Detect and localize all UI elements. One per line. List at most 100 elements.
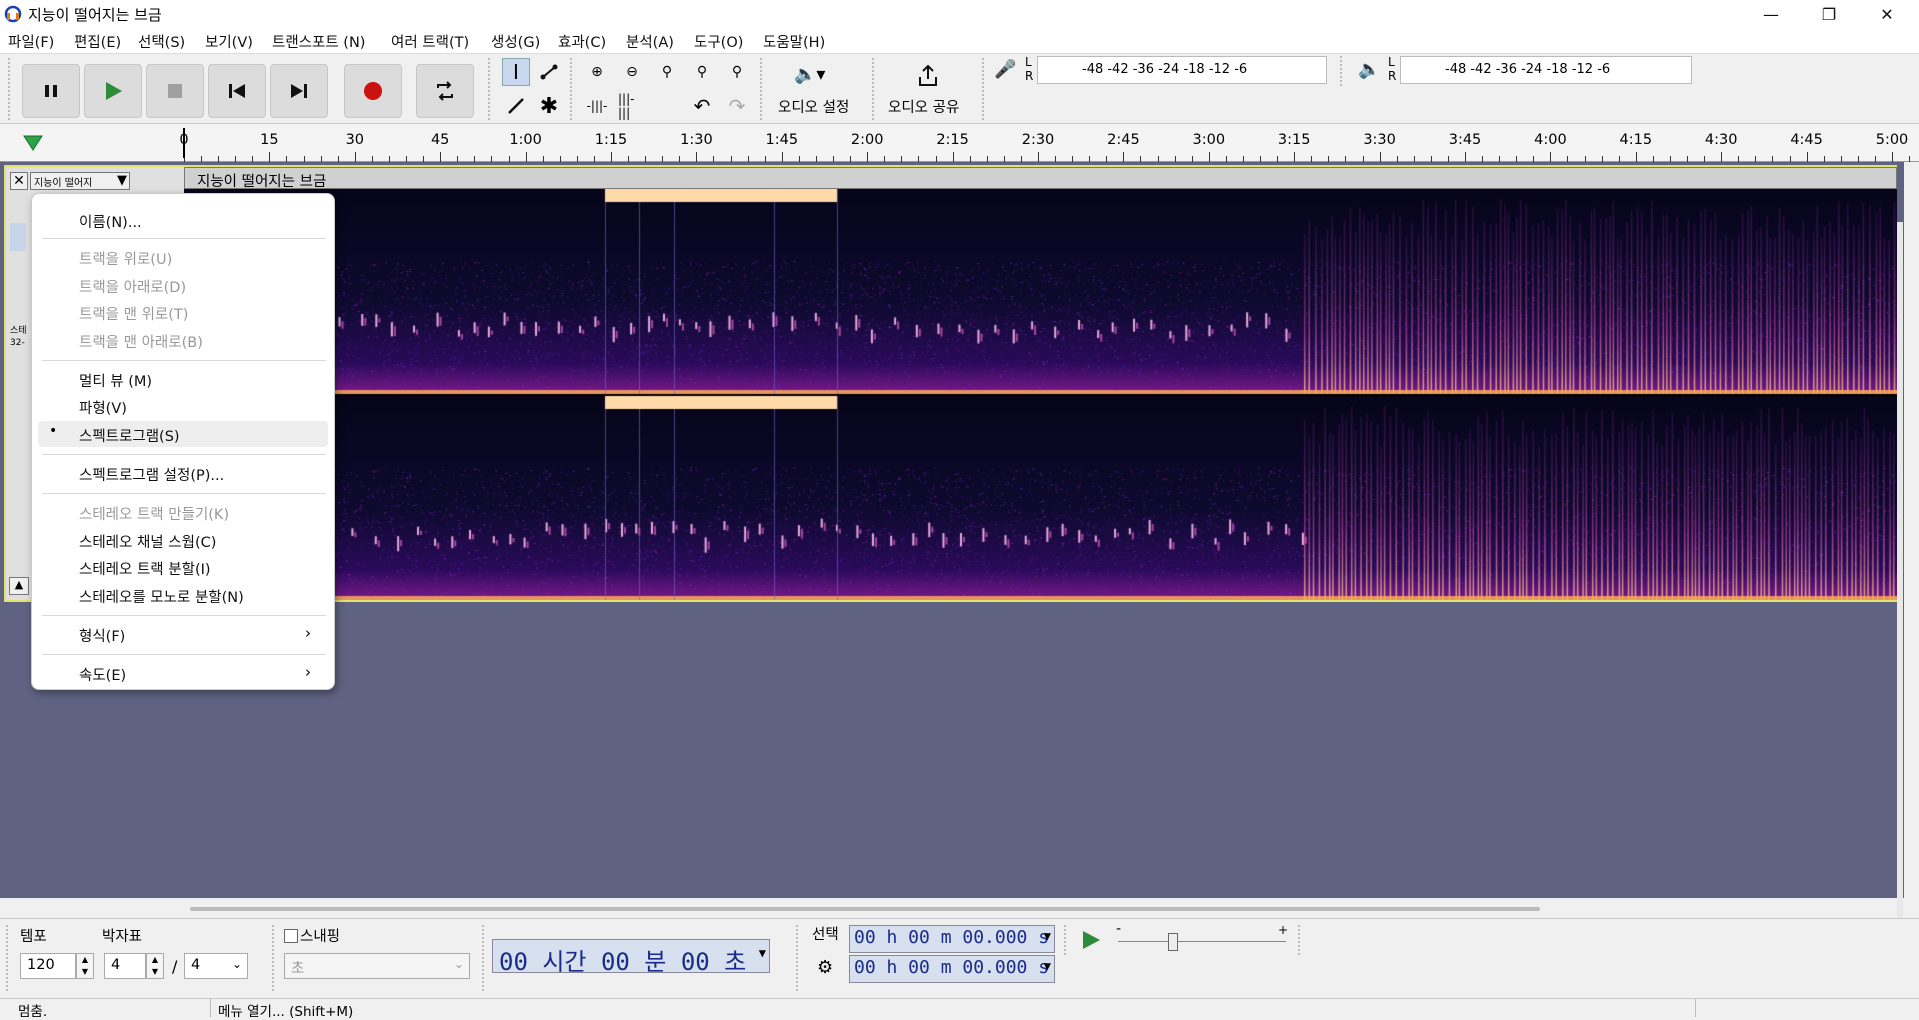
play-at-speed-icon[interactable] bbox=[1080, 929, 1102, 951]
playback-speed-slider[interactable]: - + bbox=[1114, 921, 1290, 957]
stop-button[interactable] bbox=[146, 64, 204, 118]
snap-checkbox[interactable] bbox=[284, 929, 298, 943]
tempo-input[interactable]: 120 bbox=[20, 953, 76, 979]
menu-effect[interactable]: 효과(C) bbox=[558, 31, 606, 52]
playback-meter[interactable]: -48 -42 -36 -24 -18 -12 -6 bbox=[1400, 56, 1692, 84]
menu-view[interactable]: 보기(V) bbox=[205, 31, 253, 52]
menu-item-rate[interactable]: 속도(E) bbox=[79, 664, 126, 685]
timeline-ruler[interactable]: 01530451:001:151:301:452:002:152:302:453… bbox=[0, 124, 1919, 162]
fit-selection-button[interactable]: ⚲ bbox=[653, 58, 681, 86]
redo-button[interactable]: ↷ bbox=[723, 92, 751, 120]
menu-item-name[interactable]: 이름(N)... bbox=[79, 211, 142, 232]
menu-generate[interactable]: 생성(G) bbox=[491, 31, 540, 52]
vertical-scrollbar[interactable] bbox=[1897, 222, 1903, 942]
menu-help[interactable]: 도움말(H) bbox=[763, 31, 825, 52]
slider-thumb[interactable] bbox=[1168, 933, 1178, 951]
play-meter-scale: -48 -42 -36 -24 -18 -12 -6 bbox=[1445, 62, 1611, 77]
menu-item-split-mono[interactable]: 스테레오를 모노로 분할(N) bbox=[79, 586, 244, 607]
time-signature-spinner[interactable]: ▲ ▼ bbox=[146, 953, 164, 979]
track-menu-button[interactable]: 지능이 떨어지 ▼ bbox=[30, 172, 130, 190]
tempo-label: 템포 bbox=[20, 929, 47, 945]
selection-start-display[interactable]: 00 h 00 m 00.000 s ▼ bbox=[849, 925, 1055, 953]
toolbar-grip[interactable] bbox=[1064, 925, 1066, 955]
record-icon bbox=[364, 82, 382, 100]
loop-button[interactable] bbox=[416, 64, 474, 118]
play-button[interactable] bbox=[84, 64, 142, 118]
selection-tool[interactable]: I bbox=[502, 58, 530, 86]
toolbar-grip[interactable] bbox=[6, 925, 8, 991]
speaker-meter-icon[interactable]: 🔈 bbox=[1358, 59, 1380, 80]
collapse-track-button[interactable]: ▲ bbox=[9, 577, 29, 595]
microphone-icon[interactable]: 🎤 bbox=[994, 59, 1016, 80]
toolbar-grip[interactable] bbox=[1298, 925, 1300, 955]
multi-tool[interactable]: ✱ bbox=[535, 92, 563, 120]
menu-edit[interactable]: 편집(E) bbox=[74, 31, 121, 52]
fit-project-button[interactable]: ⚲ bbox=[688, 58, 716, 86]
toolbar-separator bbox=[982, 58, 984, 120]
ruler-label: 4:30 bbox=[1704, 132, 1738, 148]
track-name: 지능이 떨어지 bbox=[34, 178, 93, 189]
pause-button[interactable] bbox=[22, 64, 80, 118]
restore-button[interactable]: ❐ bbox=[1799, 0, 1859, 28]
tempo-spinner[interactable]: ▲ ▼ bbox=[76, 953, 94, 979]
record-button[interactable] bbox=[344, 64, 402, 118]
skip-end-button[interactable] bbox=[270, 64, 328, 118]
menu-item-spectrogram-settings[interactable]: 스펙트로그램 설정(P)... bbox=[79, 464, 224, 485]
menu-item-split-stereo[interactable]: 스테레오 트랙 분할(I) bbox=[79, 558, 211, 579]
ruler-label: 1:30 bbox=[680, 132, 713, 148]
time-signature-lower-select[interactable]: 4 ⌄ bbox=[184, 953, 248, 979]
gear-icon[interactable]: ⚙ bbox=[817, 957, 833, 978]
horizontal-scrollbar[interactable] bbox=[190, 907, 1540, 911]
speaker-icon: 🔈▾ bbox=[794, 64, 826, 85]
close-button[interactable]: ✕ bbox=[1857, 0, 1917, 28]
menu-item-move-down: 트랙을 아래로(D) bbox=[79, 280, 187, 296]
toolbar-grip[interactable] bbox=[796, 925, 798, 991]
menu-tools[interactable]: 도구(O) bbox=[694, 31, 743, 52]
undo-button[interactable]: ↶ bbox=[688, 92, 716, 120]
chevron-down-icon: ⌄ bbox=[453, 957, 464, 971]
menu-item-format[interactable]: 형식(F) bbox=[79, 625, 125, 646]
ruler-label: 1:15 bbox=[594, 132, 628, 148]
chevron-down-icon: ⌄ bbox=[231, 957, 242, 971]
toolbar-grip[interactable] bbox=[8, 58, 10, 120]
menu-file[interactable]: 파일(F) bbox=[8, 31, 54, 52]
time-display[interactable]: 00 시간 00 분 00 초 ▼ bbox=[492, 939, 770, 976]
toolbar-grip[interactable] bbox=[482, 925, 484, 991]
redo-icon: ↷ bbox=[728, 94, 746, 118]
menu-item-spectrogram[interactable]: 스펙트로그램(S) bbox=[79, 425, 180, 446]
menu-analyze[interactable]: 분석(A) bbox=[626, 31, 674, 52]
selection-end-display[interactable]: 00 h 00 m 00.000 s ▼ bbox=[849, 955, 1055, 983]
snap-unit-select[interactable]: 초 ⌄ bbox=[284, 953, 470, 979]
menu-item-multi-view[interactable]: 멀티 뷰 (M) bbox=[79, 370, 152, 391]
zoom-toggle-button[interactable]: ⚲ bbox=[723, 58, 751, 86]
clip-header[interactable]: 지능이 떨어지는 브금 bbox=[184, 167, 1897, 190]
play-head[interactable] bbox=[183, 128, 185, 158]
draw-tool[interactable] bbox=[502, 92, 530, 120]
track-close-button[interactable]: ✕ bbox=[10, 172, 28, 190]
minimize-button[interactable]: — bbox=[1741, 0, 1801, 28]
close-icon: ✕ bbox=[13, 173, 25, 189]
menu-tracks[interactable]: 여러 트랙(T) bbox=[391, 31, 469, 52]
menu-transport[interactable]: 트랜스포트 (N) bbox=[272, 31, 365, 52]
time-signature-upper-input[interactable]: 4 bbox=[104, 953, 146, 979]
menu-item-waveform[interactable]: 파형(V) bbox=[79, 397, 127, 418]
menu-item-swap-channels[interactable]: 스테레오 채널 스웝(C) bbox=[79, 531, 216, 552]
zoom-out-button[interactable]: ⊖ bbox=[618, 58, 646, 86]
timeline-options-icon[interactable] bbox=[22, 132, 44, 154]
spectrogram-view[interactable] bbox=[184, 189, 1897, 600]
skip-start-button[interactable] bbox=[208, 64, 266, 118]
envelope-tool[interactable] bbox=[535, 58, 563, 86]
dropdown-icon: ▼ bbox=[1043, 959, 1051, 973]
menu-select[interactable]: 선택(S) bbox=[138, 31, 185, 52]
zoom-in-button[interactable]: ⊕ bbox=[583, 58, 611, 86]
ruler-tick bbox=[1892, 152, 1893, 162]
silence-button[interactable]: |||-||| bbox=[618, 92, 646, 120]
ruler-label: 2:15 bbox=[936, 132, 969, 148]
ruler-label: 3:30 bbox=[1363, 132, 1396, 148]
track-mute-button[interactable] bbox=[10, 223, 26, 251]
audio-share-button[interactable]: 오디오 공유 bbox=[880, 60, 978, 118]
toolbar-grip[interactable] bbox=[272, 925, 274, 991]
trim-button[interactable]: -|||- bbox=[583, 92, 611, 120]
audio-setup-button[interactable]: 🔈▾ 오디오 설정 bbox=[770, 60, 870, 118]
record-meter[interactable]: -48 -42 -36 -24 -18 -12 -6 bbox=[1037, 56, 1327, 84]
